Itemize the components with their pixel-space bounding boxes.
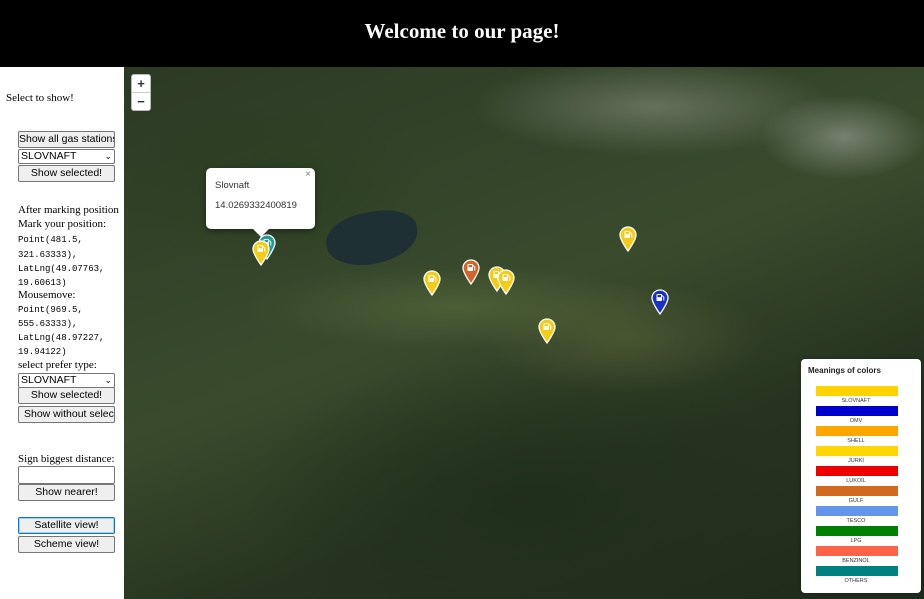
popup-station-value: 14.0269332400819: [215, 200, 297, 211]
close-icon[interactable]: ×: [305, 169, 311, 180]
legend-swatch-omv: [816, 406, 898, 416]
zoom-in-button[interactable]: +: [132, 75, 150, 93]
color-legend: Meanings of colors SLOVNAFT OMV SHELL JURKI…: [801, 359, 921, 593]
legend-title: Meanings of colors: [808, 366, 881, 375]
position-point-line1: Point(481.5,: [18, 235, 83, 245]
legend-swatch-others: [816, 566, 898, 576]
station-popup: Slovnaft 14.0269332400819 ×: [206, 168, 315, 237]
gas-station-marker[interactable]: [497, 269, 515, 295]
position-point-line2: 321.63333),: [18, 250, 78, 260]
fuel-pin-icon: [651, 289, 669, 315]
gas-station-marker[interactable]: [651, 289, 669, 315]
gas-station-marker[interactable]: [462, 259, 480, 285]
fuel-pin-icon: [619, 226, 637, 252]
mousemove-latlng-line2: 19.94122): [18, 347, 67, 357]
select-to-show-label: Select to show!: [6, 92, 74, 104]
legend-swatch-lpg: [816, 526, 898, 536]
gas-station-marker[interactable]: [252, 240, 270, 266]
legend-swatch-benzinol: [816, 546, 898, 556]
legend-label-lukoil: LUKOIL: [846, 478, 866, 484]
fuel-pin-icon: [462, 259, 480, 285]
mousemove-latlng-line1: LatLng(48.97227,: [18, 333, 105, 343]
legend-label-tesco: TESCO: [846, 518, 866, 524]
sidebar: Select to show! Show all gas stations! S…: [0, 67, 124, 599]
popup-station-name: Slovnaft: [215, 180, 250, 191]
gas-station-marker[interactable]: [538, 318, 556, 344]
legend-label-gulf: GULF: [848, 498, 864, 504]
legend-swatch-shell: [816, 426, 898, 436]
satellite-map[interactable]: + − Slovnaft 14.0269332400819 × Meanings…: [124, 67, 924, 599]
legend-swatch-lukoil: [816, 466, 898, 476]
prefer-type-label: select prefer type:: [18, 359, 97, 371]
distance-input[interactable]: [18, 466, 115, 484]
show-selected-button[interactable]: Show selected!: [18, 165, 115, 182]
zoom-control: + −: [131, 74, 151, 111]
brand-select-value: SLOVNAFT: [21, 150, 77, 162]
prefer-type-select[interactable]: SLOVNAFT ⌄: [18, 373, 115, 388]
gas-station-marker[interactable]: [423, 270, 441, 296]
fuel-pin-icon: [423, 270, 441, 296]
legend-swatch-slovnaft: [816, 386, 898, 396]
fuel-pin-icon: [252, 240, 270, 266]
brand-select[interactable]: SLOVNAFT ⌄: [18, 149, 115, 164]
mousemove-point-line1: Point(969.5,: [18, 305, 83, 315]
popup-tip: [253, 229, 269, 237]
scheme-view-button[interactable]: Scheme view!: [18, 536, 115, 553]
legend-swatch-tesco: [816, 506, 898, 516]
legend-label-benzinol: BENZINOL: [842, 558, 870, 564]
legend-swatch-gulf: [816, 486, 898, 496]
fuel-pin-icon: [538, 318, 556, 344]
page-title: Welcome to our page!: [364, 19, 560, 43]
legend-label-slovnaft: SLOVNAFT: [841, 398, 871, 404]
lake: [322, 205, 422, 271]
legend-label-shell: SHELL: [847, 438, 865, 444]
show-selected-button-2[interactable]: Show selected!: [18, 387, 115, 404]
chevron-down-icon: ⌄: [104, 151, 112, 161]
prefer-type-select-value: SLOVNAFT: [21, 374, 77, 386]
mousemove-label: Mousemove:: [18, 289, 76, 301]
gas-station-marker[interactable]: [619, 226, 637, 252]
legend-swatch-jurki: [816, 446, 898, 456]
show-without-selection-button[interactable]: Show without selection!: [18, 406, 115, 423]
chevron-down-icon: ⌄: [104, 375, 112, 385]
legend-label-omv: OMV: [849, 418, 863, 424]
satellite-view-button[interactable]: Satellite view!: [18, 517, 115, 534]
mousemove-point-line2: 555.63333),: [18, 319, 78, 329]
position-latlng-line1: LatLng(49.07763,: [18, 264, 105, 274]
zoom-out-button[interactable]: −: [132, 93, 150, 111]
mark-position-label: Mark your position:: [18, 218, 106, 230]
legend-label-others: OTHERS: [844, 578, 868, 584]
legend-label-lpg: LPG: [850, 538, 862, 544]
sign-distance-label: Sign biggest distance:: [18, 453, 115, 465]
fuel-pin-icon: [497, 269, 515, 295]
show-nearer-button[interactable]: Show nearer!: [18, 484, 115, 501]
legend-label-jurki: JURKI: [848, 458, 864, 464]
after-marking-label: After marking position: [18, 204, 119, 216]
page-header: Welcome to our page!: [0, 0, 924, 67]
show-all-gas-stations-button[interactable]: Show all gas stations!: [18, 131, 115, 148]
